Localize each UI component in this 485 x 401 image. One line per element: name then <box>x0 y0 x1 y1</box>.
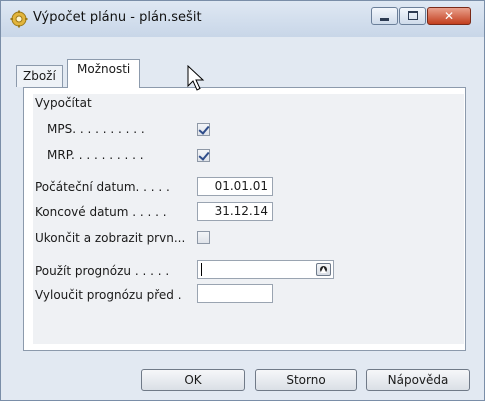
help-button[interactable]: Nápověda <box>366 369 470 391</box>
start-date-field[interactable]: 01.01.01 <box>197 177 273 196</box>
close-button[interactable]: ✕ <box>427 7 471 25</box>
end-date-label: Koncové datum . . . . . <box>35 205 167 219</box>
gear-icon <box>10 10 28 28</box>
close-icon: ✕ <box>443 9 455 23</box>
tab-moznosti[interactable]: Možnosti <box>67 59 141 88</box>
lookup-button[interactable]: ▲ <box>316 263 331 276</box>
dialog-window: Výpočet plánu - plán.sešit ✕ Zboží Možno… <box>0 0 485 401</box>
window-title: Výpočet plánu - plán.sešit <box>33 10 202 25</box>
exclude-forecast-label: Vyloučit prognózu před . <box>35 288 182 302</box>
use-forecast-label: Použít prognózu . . . . . <box>35 264 170 278</box>
calculate-group-label: Vypočítat <box>35 96 92 110</box>
maximize-button[interactable] <box>399 7 426 25</box>
stop-and-show-first-checkbox[interactable] <box>197 231 210 244</box>
end-date-field[interactable]: 31.12.14 <box>197 202 273 221</box>
use-forecast-field[interactable]: ▲ <box>197 260 334 279</box>
minimize-button[interactable] <box>371 7 398 25</box>
stop-and-show-first-label: Ukončit a zobrazit prvn... <box>35 231 186 245</box>
storno-button[interactable]: Storno <box>255 369 357 391</box>
mrp-label: MRP. . . . . . . . . . <box>47 148 144 162</box>
title-bar[interactable]: Výpočet plánu - plán.sešit ✕ <box>1 1 484 37</box>
tab-zbozi[interactable]: Zboží <box>16 65 63 87</box>
mrp-checkbox[interactable] <box>197 149 210 162</box>
arrow-up-icon: ▲ <box>320 265 327 274</box>
mouse-pointer-icon <box>187 65 205 91</box>
start-date-label: Počáteční datum. . . . . <box>35 180 170 194</box>
exclude-forecast-field[interactable] <box>197 284 273 303</box>
ok-button[interactable]: OK <box>141 369 245 391</box>
mps-checkbox[interactable] <box>197 123 210 136</box>
text-cursor <box>201 263 202 276</box>
mps-label: MPS. . . . . . . . . . <box>47 122 145 136</box>
